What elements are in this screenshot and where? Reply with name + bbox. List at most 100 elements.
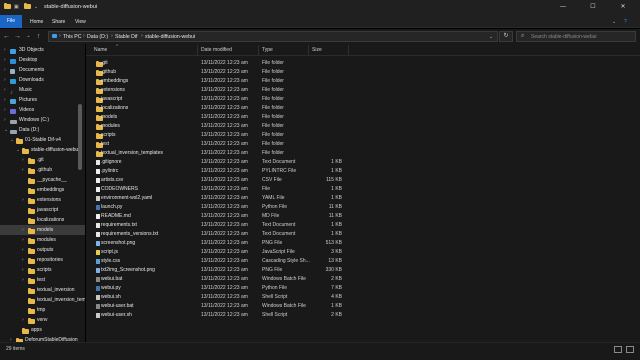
file-row[interactable]: embeddings 13/11/2022 12:23 am File folder [86, 77, 640, 86]
chevron-right-icon[interactable]: › [22, 275, 24, 285]
nav-item[interactable]: › scripts [0, 265, 85, 275]
column-type[interactable]: Type [262, 47, 273, 53]
file-row[interactable]: .pylintrc 13/11/2022 12:23 am PYLINTRC Fil… [86, 167, 640, 176]
file-row[interactable]: test 13/11/2022 12:23 am File folder [86, 140, 640, 149]
nav-item[interactable]: › modules [0, 235, 85, 245]
details-view-icon[interactable] [614, 346, 622, 353]
file-row[interactable]: CODEOWNERS 13/11/2022 12:23 am File 1 KB [86, 185, 640, 194]
address-bar[interactable]: › This PC › Data (D:) › Stable Dif › sta… [48, 31, 498, 42]
nav-item[interactable]: › .git [0, 155, 85, 165]
crumb-data-drive[interactable]: Data (D:) [87, 34, 108, 40]
up-icon[interactable]: ↑ [34, 32, 43, 41]
nav-item[interactable]: textual_inversion_tem [0, 295, 85, 305]
nav-item[interactable]: › Downloads [0, 75, 85, 85]
chevron-right-icon[interactable]: › [4, 105, 6, 115]
nav-item[interactable]: › Desktop [0, 55, 85, 65]
file-row[interactable]: webui.sh 13/11/2022 12:23 am Shell Script 4… [86, 293, 640, 302]
file-row[interactable]: environment-wsl2.yaml 13/11/2022 12:23 am… [86, 194, 640, 203]
chevron-right-icon[interactable]: › [22, 225, 24, 235]
nav-item[interactable]: › 3D Objects [0, 45, 85, 55]
chevron-right-icon[interactable]: › [4, 95, 6, 105]
search-box[interactable]: ⌕ Search stable-diffusion-webui [516, 31, 636, 42]
file-row[interactable]: script.js 13/11/2022 12:23 am JavaScript F… [86, 248, 640, 257]
new-folder-icon[interactable] [24, 3, 31, 11]
chevron-right-icon[interactable]: › [22, 155, 24, 165]
file-row[interactable]: .git 13/11/2022 12:23 am File folder [86, 59, 640, 68]
nav-item[interactable]: › venv [0, 315, 85, 325]
chevron-down-icon[interactable]: ⌄ [10, 135, 14, 145]
chevron-right-icon[interactable]: › [4, 65, 6, 75]
file-row[interactable]: localizations 13/11/2022 12:23 am File fol… [86, 104, 640, 113]
tab-share[interactable]: Share [52, 17, 65, 27]
tab-view[interactable]: View [75, 17, 86, 27]
help-icon[interactable]: ? [624, 17, 627, 27]
nav-item[interactable]: › outputs [0, 245, 85, 255]
nav-item[interactable]: embeddings [0, 185, 85, 195]
file-row[interactable]: webui.bat 13/11/2022 12:23 am Windows Batc… [86, 275, 640, 284]
nav-item[interactable]: › extensions [0, 195, 85, 205]
file-row[interactable]: modules 13/11/2022 12:23 am File folder [86, 122, 640, 131]
chevron-right-icon[interactable]: › [4, 85, 6, 95]
chevron-right-icon[interactable]: › [4, 45, 6, 55]
file-row[interactable]: textual_inversion_templates 13/11/2022 12… [86, 149, 640, 158]
chevron-right-icon[interactable]: › [22, 245, 24, 255]
chevron-right-icon[interactable]: › [22, 315, 24, 325]
refresh-button[interactable]: ↻ [499, 31, 513, 42]
file-row[interactable]: style.css 13/11/2022 12:23 am Cascading St… [86, 257, 640, 266]
chevron-down-icon[interactable]: ⌄ [4, 125, 8, 135]
file-row[interactable]: javascript 13/11/2022 12:23 am File folder [86, 95, 640, 104]
nav-scrollbar[interactable] [78, 104, 82, 170]
file-row[interactable]: README.md 13/11/2022 12:23 am MD File 11 KB [86, 212, 640, 221]
file-row[interactable]: requirements.txt 13/11/2022 12:23 am Text … [86, 221, 640, 230]
column-size[interactable]: Size [312, 47, 322, 53]
properties-icon[interactable]: ▣ [14, 4, 21, 11]
file-row[interactable]: .github 13/11/2022 12:23 am File folder [86, 68, 640, 77]
ribbon-expand-icon[interactable]: ⌄ [612, 17, 616, 27]
nav-item[interactable]: ⌄ Data (D:) [0, 125, 85, 135]
chevron-right-icon[interactable]: › [22, 265, 24, 275]
close-button[interactable]: ✕ [608, 0, 638, 15]
chevron-right-icon[interactable]: › [22, 165, 24, 175]
recent-dropdown-icon[interactable]: ⌄ [24, 32, 33, 41]
chevron-right-icon[interactable]: › [22, 195, 24, 205]
chevron-right-icon[interactable]: › [22, 235, 24, 245]
file-row[interactable]: webui-user.bat 13/11/2022 12:23 am Windows… [86, 302, 640, 311]
tab-home[interactable]: Home [30, 17, 43, 27]
nav-item[interactable]: __pycache__ [0, 175, 85, 185]
nav-item[interactable]: localizations [0, 215, 85, 225]
nav-item[interactable]: javascript [0, 205, 85, 215]
nav-item[interactable]: apps [0, 325, 85, 335]
file-row[interactable]: screenshot.png 13/11/2022 12:23 am PNG Fil… [86, 239, 640, 248]
nav-item[interactable]: tmp [0, 305, 85, 315]
large-icons-view-icon[interactable] [626, 346, 634, 353]
file-row[interactable]: webui.py 13/11/2022 12:23 am Python File 7 … [86, 284, 640, 293]
nav-item[interactable]: textual_inversion [0, 285, 85, 295]
nav-item[interactable]: › models [0, 225, 85, 235]
column-date-modified[interactable]: Date modified [201, 47, 232, 53]
crumb-this-pc[interactable]: This PC [63, 34, 81, 40]
nav-item[interactable]: › ♪ Music [0, 85, 85, 95]
nav-item[interactable]: › Pictures [0, 95, 85, 105]
address-dropdown-icon[interactable]: ⌄ [489, 34, 493, 40]
nav-item[interactable]: › Documents [0, 65, 85, 75]
file-row[interactable]: artists.csv 13/11/2022 12:23 am CSV File 11… [86, 176, 640, 185]
nav-item[interactable]: ⌄ stable-diffusion-webui [0, 145, 85, 155]
forward-icon[interactable]: → [13, 32, 22, 41]
chevron-right-icon[interactable]: › [4, 55, 6, 65]
nav-item[interactable]: › Windows (C:) [0, 115, 85, 125]
nav-item[interactable]: › test [0, 275, 85, 285]
file-row[interactable]: scripts 13/11/2022 12:23 am File folder [86, 131, 640, 140]
file-row[interactable]: .gitignore 13/11/2022 12:23 am Text Docume… [86, 158, 640, 167]
file-row[interactable]: launch.py 13/11/2022 12:23 am Python File 1… [86, 203, 640, 212]
chevron-right-icon[interactable]: › [10, 335, 12, 342]
file-row[interactable]: extensions 13/11/2022 12:23 am File folder [86, 86, 640, 95]
file-row[interactable]: webui-user.sh 13/11/2022 12:23 am Shell Sc… [86, 311, 640, 320]
file-row[interactable]: requirements_versions.txt 13/11/2022 12:2… [86, 230, 640, 239]
chevron-right-icon[interactable]: › [4, 75, 6, 85]
file-row[interactable]: models 13/11/2022 12:23 am File folder [86, 113, 640, 122]
maximize-button[interactable]: ☐ [578, 0, 608, 15]
chevron-right-icon[interactable]: › [22, 255, 24, 265]
column-name[interactable]: Name [94, 47, 107, 53]
nav-item[interactable]: › DeforumStableDiffusion [0, 335, 85, 342]
nav-item[interactable]: › repositories [0, 255, 85, 265]
